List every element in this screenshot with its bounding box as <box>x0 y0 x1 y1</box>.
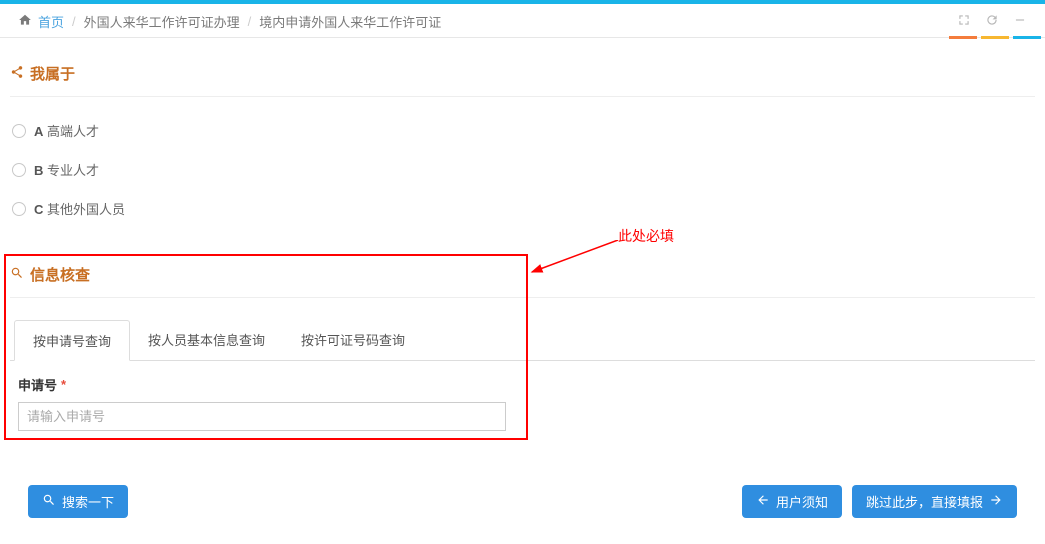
accent-segment <box>949 36 977 39</box>
radio-option-a[interactable]: A 高端人才 <box>12 111 1033 150</box>
tab-by-application-number[interactable]: 按申请号查询 <box>14 320 130 361</box>
breadcrumb-level1: 外国人来华工作许可证办理 <box>84 12 240 31</box>
header: 首页 / 外国人来华工作许可证办理 / 境内申请外国人来华工作许可证 <box>0 4 1045 38</box>
check-tabs: 按申请号查询 按人员基本信息查询 按许可证号码查询 <box>10 320 1035 361</box>
header-tools <box>957 13 1027 31</box>
divider <box>10 297 1035 298</box>
section-check-title: 信息核查 <box>10 254 1035 295</box>
application-number-field: 申请号 * <box>10 361 1035 439</box>
tab-by-personal-info[interactable]: 按人员基本信息查询 <box>130 320 283 360</box>
search-button-label: 搜索一下 <box>62 492 114 511</box>
user-notice-button[interactable]: 用户须知 <box>742 485 842 518</box>
info-check-area: 此处必填 信息核查 按申请号查询 按人员基本信息查询 按许可证号码查询 申请号 <box>10 254 1035 439</box>
section-belong-title-text: 我属于 <box>30 63 75 84</box>
belong-radio-group: A 高端人才 B 专业人才 C 其他外国人员 <box>10 107 1035 232</box>
search-icon <box>10 266 24 283</box>
share-icon <box>10 65 24 82</box>
arrow-left-icon <box>756 493 770 510</box>
skip-button-label: 跳过此步，直接填报 <box>866 492 983 511</box>
refresh-icon[interactable] <box>985 13 999 31</box>
radio-option-b[interactable]: B 专业人才 <box>12 150 1033 189</box>
divider <box>10 96 1035 97</box>
breadcrumb-level2: 境内申请外国人来华工作许可证 <box>259 12 441 31</box>
accent-segment <box>981 36 1009 39</box>
radio-option-c[interactable]: C 其他外国人员 <box>12 189 1033 228</box>
radio-icon <box>12 163 26 177</box>
search-icon <box>42 493 56 510</box>
breadcrumb-separator: / <box>70 14 78 29</box>
annotation-arrow-icon <box>528 240 628 280</box>
required-asterisk: * <box>61 377 66 392</box>
field-label: 申请号 * <box>18 375 1027 394</box>
arrow-right-icon <box>989 493 1003 510</box>
breadcrumb-home-link[interactable]: 首页 <box>38 12 64 31</box>
fullscreen-icon[interactable] <box>957 13 971 31</box>
radio-label: A 高端人才 <box>34 121 99 140</box>
skip-button[interactable]: 跳过此步，直接填报 <box>852 485 1017 518</box>
application-number-input[interactable] <box>18 402 506 431</box>
radio-icon <box>12 124 26 138</box>
breadcrumb-separator: / <box>246 14 254 29</box>
minimize-icon[interactable] <box>1013 13 1027 31</box>
radio-icon <box>12 202 26 216</box>
footer-buttons: 搜索一下 用户须知 跳过此步，直接填报 <box>10 465 1035 530</box>
radio-label: C 其他外国人员 <box>34 199 125 218</box>
section-belong-title: 我属于 <box>10 53 1035 94</box>
tab-by-license-number[interactable]: 按许可证号码查询 <box>283 320 423 360</box>
search-button[interactable]: 搜索一下 <box>28 485 128 518</box>
section-check-title-text: 信息核查 <box>30 264 90 285</box>
breadcrumb: 首页 / 外国人来华工作许可证办理 / 境内申请外国人来华工作许可证 <box>18 12 441 31</box>
radio-label: B 专业人才 <box>34 160 99 179</box>
user-notice-button-label: 用户须知 <box>776 492 828 511</box>
home-icon <box>18 13 32 30</box>
accent-segment <box>1013 36 1041 39</box>
